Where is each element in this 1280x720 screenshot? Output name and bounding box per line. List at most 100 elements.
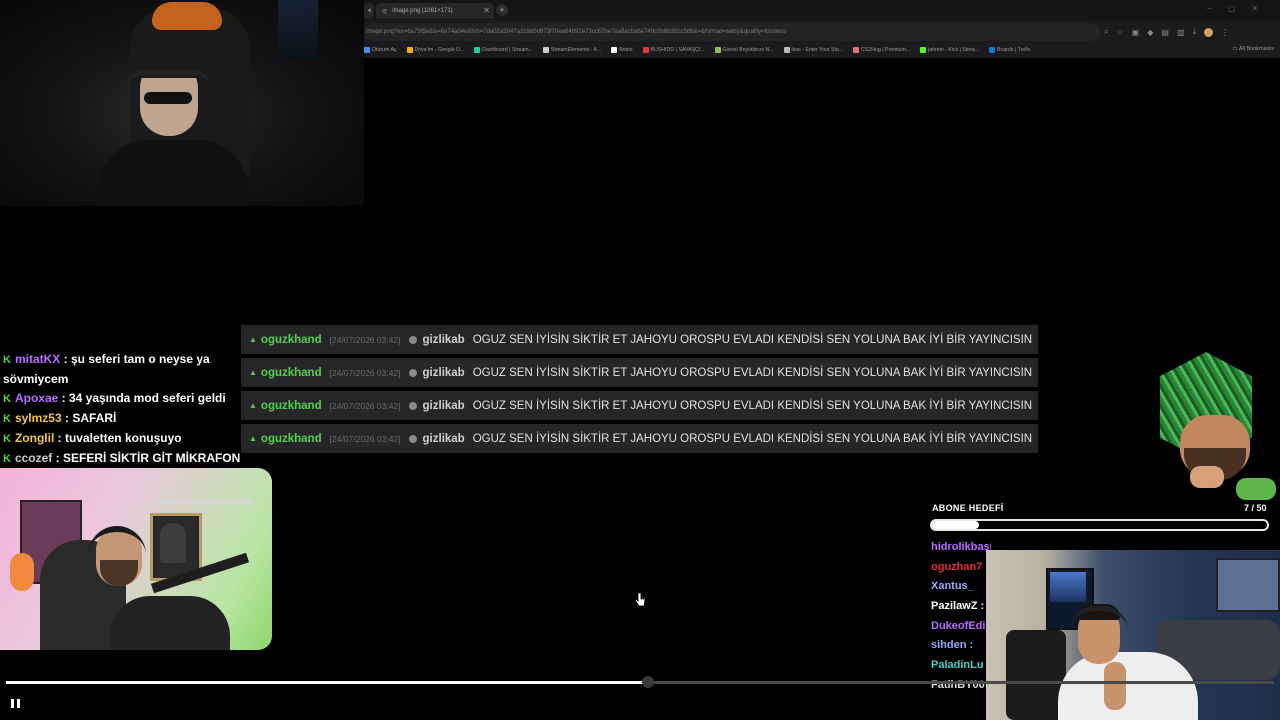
- bookmark-favicon-icon: [406, 47, 413, 53]
- wall-shelf: [152, 500, 252, 504]
- webcam-bottom-right: [986, 550, 1280, 720]
- bookmark-label: Oturum Aç: [372, 47, 397, 53]
- kick-badge-icon: ▲: [249, 434, 257, 443]
- bookmark-item[interactable]: Drive'ım - Google D...: [406, 47, 464, 53]
- message-author: gizlikab: [422, 399, 465, 412]
- bookmark-label: ikas - Enter Your Sto...: [791, 47, 844, 53]
- tab-strip: ◂ ◎ image.png (1061×171) ✕ + –▢✕: [364, 0, 1280, 20]
- bookmark-label: Görsel Boyutlarını N...: [722, 47, 774, 53]
- browser-tab[interactable]: ◎ image.png (1061×171) ✕: [376, 3, 494, 19]
- menu-icon[interactable]: ⋮: [1221, 28, 1229, 37]
- overlay-character-hand: [1190, 466, 1224, 488]
- close-icon[interactable]: ✕: [483, 6, 490, 15]
- cast-icon[interactable]: ▤: [1161, 28, 1169, 37]
- message-timestamp: [24/07/2026 03:42]: [329, 334, 401, 345]
- extension-icon[interactable]: ▣: [1132, 28, 1140, 37]
- chat-username: DukeofEdi: [931, 619, 986, 632]
- sidepanel-icon[interactable]: ▥: [1177, 28, 1185, 37]
- message-author: gizlikab: [422, 432, 465, 445]
- new-tab-button[interactable]: +: [496, 4, 508, 16]
- chat-username: Xantus_: [931, 580, 974, 593]
- bookmark-item[interactable]: Boards | Trello: [989, 47, 1030, 53]
- bookmark-favicon-icon: [853, 47, 860, 53]
- bookmark-item[interactable]: Oturum Aç: [364, 47, 397, 53]
- all-bookmarks-button[interactable]: ▭ All Bookmarks: [1232, 46, 1274, 52]
- bookmark-favicon-icon: [542, 47, 549, 53]
- tv-screen: [1050, 572, 1086, 602]
- bookmark-label: Botrix: [619, 47, 633, 53]
- bookmark-label: BUSHIDO | SAVAŞÇI...: [650, 47, 705, 53]
- chat-username: Zonglil: [14, 431, 55, 445]
- chat-message: Ksylmz53 : SAFARİ: [3, 409, 243, 429]
- chat-username: oguzhan7: [931, 560, 983, 573]
- overlay-message-list: ▲ oguzkhand [24/07/2026 03:42] gizlikab OGUZ…: [241, 325, 1038, 457]
- chat-message: KmitatKX : şu seferi tam o neyse ya sövm…: [3, 350, 243, 389]
- bookmark-favicon-icon: [474, 47, 481, 53]
- message-author: gizlikab: [422, 333, 465, 346]
- chat-username: sylmz53: [14, 411, 62, 425]
- video-progress-bar[interactable]: [6, 681, 1274, 684]
- sub-goal-progress-fill: [932, 521, 979, 529]
- shield-icon[interactable]: ◆: [1147, 28, 1153, 37]
- message-text: OGUZ SEN İYİSİN SİKTİR ET JAHOYU OROSPU …: [472, 399, 1033, 412]
- kick-badge-icon: ▲: [249, 401, 257, 410]
- message-text: OGUZ SEN İYİSİN SİKTİR ET JAHOYU OROSPU …: [472, 333, 1033, 346]
- kick-badge-icon: K: [3, 393, 11, 405]
- folder-icon: ▭: [1232, 46, 1238, 52]
- pause-icon-bar: [17, 699, 20, 708]
- video-progress-fill: [6, 681, 647, 684]
- bookmark-label: CS2Hug | Premium...: [861, 47, 911, 53]
- browser-window: ◂ ◎ image.png (1061×171) ✕ + –▢✕ image.p…: [364, 0, 1280, 58]
- gaming-chair: [1006, 630, 1066, 720]
- toolbar-icons: ⌕ ☆ ▣ ◆ ▤ ▥ ⤓ ⋮: [1104, 24, 1229, 40]
- zoom-icon[interactable]: ⌕: [1104, 27, 1108, 37]
- progress-scrubber[interactable]: [642, 676, 654, 688]
- message-timestamp: [24/07/2026 03:42]: [329, 367, 401, 378]
- chat-username: ccozef: [14, 451, 53, 465]
- star-icon[interactable]: ☆: [1116, 28, 1123, 37]
- chat-text: : SAFARİ: [61, 411, 117, 425]
- portrait-figure: [160, 523, 186, 563]
- chat-username: PaladinLu: [931, 659, 984, 672]
- bookmark-item[interactable]: ikas - Enter Your Sto...: [783, 47, 844, 53]
- overlay-message: ▲ oguzkhand [24/07/2026 03:42] gizlikab OGUZ…: [241, 391, 1038, 420]
- streamer-body: [1058, 652, 1198, 720]
- user-icon: [408, 368, 417, 377]
- message-text: OGUZ SEN İYİSİN SİKTİR ET JAHOYU OROSPU …: [472, 366, 1033, 379]
- bookmark-favicon-icon: [783, 47, 790, 53]
- bookmark-item[interactable]: Görsel Boyutlarını N...: [714, 47, 774, 53]
- bookmark-favicon-icon: [642, 47, 649, 53]
- profile-icon[interactable]: [1204, 27, 1214, 37]
- message-text: OGUZ SEN İYİSİN SİKTİR ET JAHOYU OROSPU …: [472, 432, 1033, 445]
- streamer-arm: [1104, 662, 1126, 710]
- sub-goal-count: 7 / 50: [1244, 503, 1267, 513]
- bookmark-item[interactable]: Dashboard | Stream...: [474, 47, 533, 53]
- tab-list-button[interactable]: ◂: [364, 3, 374, 19]
- bookmark-item[interactable]: Botrix: [611, 47, 633, 53]
- bookmark-item[interactable]: CS2Hug | Premium...: [853, 47, 910, 53]
- chat-username: PazilawZ :: [931, 600, 985, 613]
- room-window: [1216, 558, 1280, 612]
- bookmark-item[interactable]: BUSHIDO | SAVAŞÇI...: [642, 47, 705, 53]
- bookmark-favicon-icon: [989, 47, 996, 53]
- message-author: gizlikab: [422, 366, 465, 379]
- chat-message: K Zonglil : tuvaletten konuşuyo: [3, 429, 243, 449]
- pause-icon: [11, 699, 14, 708]
- bookmark-favicon-icon: [714, 47, 721, 53]
- user-icon: [408, 335, 417, 344]
- bookmark-item[interactable]: jahrein - Kick | Strea...: [920, 47, 979, 53]
- overlay-username: oguzkhand: [260, 366, 322, 379]
- bookmark-favicon-icon: [611, 47, 618, 53]
- chat-username: hidrolikbasinc :: [931, 541, 991, 553]
- chat-text: : tuvaletten konuşuyo: [54, 431, 182, 445]
- streamer-headset: [88, 526, 146, 562]
- right-chat-overlay: hidrolikbasinc : oguzhan7 Xantus_ PazilawZ …: [931, 538, 991, 696]
- overlay-message: ▲ oguzkhand [24/07/2026 03:42] gizlikab OGUZ…: [241, 358, 1038, 387]
- bookmark-item[interactable]: StreamElements - A...: [542, 47, 601, 53]
- pause-button[interactable]: [10, 698, 22, 710]
- bookmark-favicon-icon: [364, 47, 370, 53]
- download-icon[interactable]: ⤓: [1193, 27, 1197, 37]
- address-bar[interactable]: image.png?ex=6a75f5e&is=6a74ad4e&hm=7da0…: [364, 23, 1100, 41]
- window-controls[interactable]: –▢✕: [1207, 4, 1274, 13]
- chat-text: : 34 yaşında mod seferi geldi: [58, 391, 226, 405]
